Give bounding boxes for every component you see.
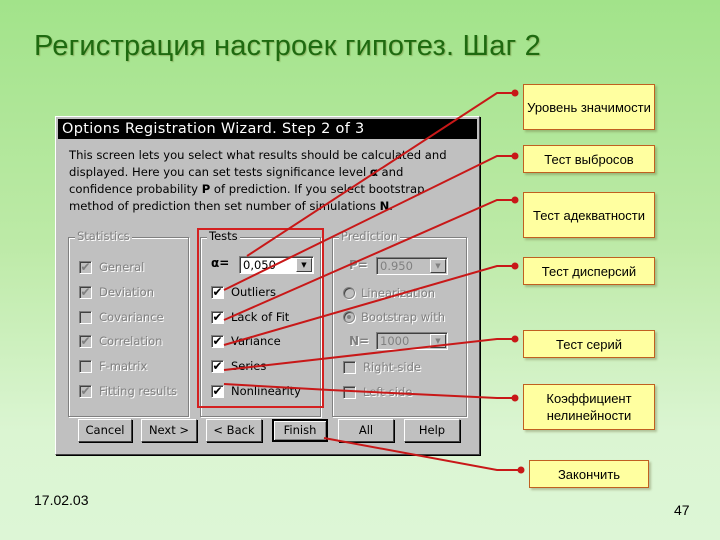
callout-dot [511,196,519,204]
callout-significance-level: Уровень значимости [523,84,655,130]
callout-dot [511,152,519,160]
callout-line-alpha [246,92,515,257]
callout-dot [511,89,519,97]
callout-nonlinearity: Коэффициент нелинейности [523,384,655,430]
slide-page-number: 47 [674,502,690,518]
callout-line-nonlinearity [223,383,515,399]
callout-finish: Закончить [529,460,649,488]
callout-dot [511,262,519,270]
callout-variance-test: Тест дисперсий [523,257,655,285]
callout-line-series [223,338,515,371]
slide-date: 17.02.03 [34,492,89,508]
callout-series-test: Тест серий [523,330,655,358]
callout-dot [511,394,519,402]
callout-line-finish [323,437,521,471]
callout-lack-of-fit-test: Тест адекватности [523,192,655,238]
callout-outliers-test: Тест выбросов [523,145,655,173]
callout-line-variance [223,265,515,346]
callout-dot [511,335,519,343]
callout-dot [517,466,525,474]
